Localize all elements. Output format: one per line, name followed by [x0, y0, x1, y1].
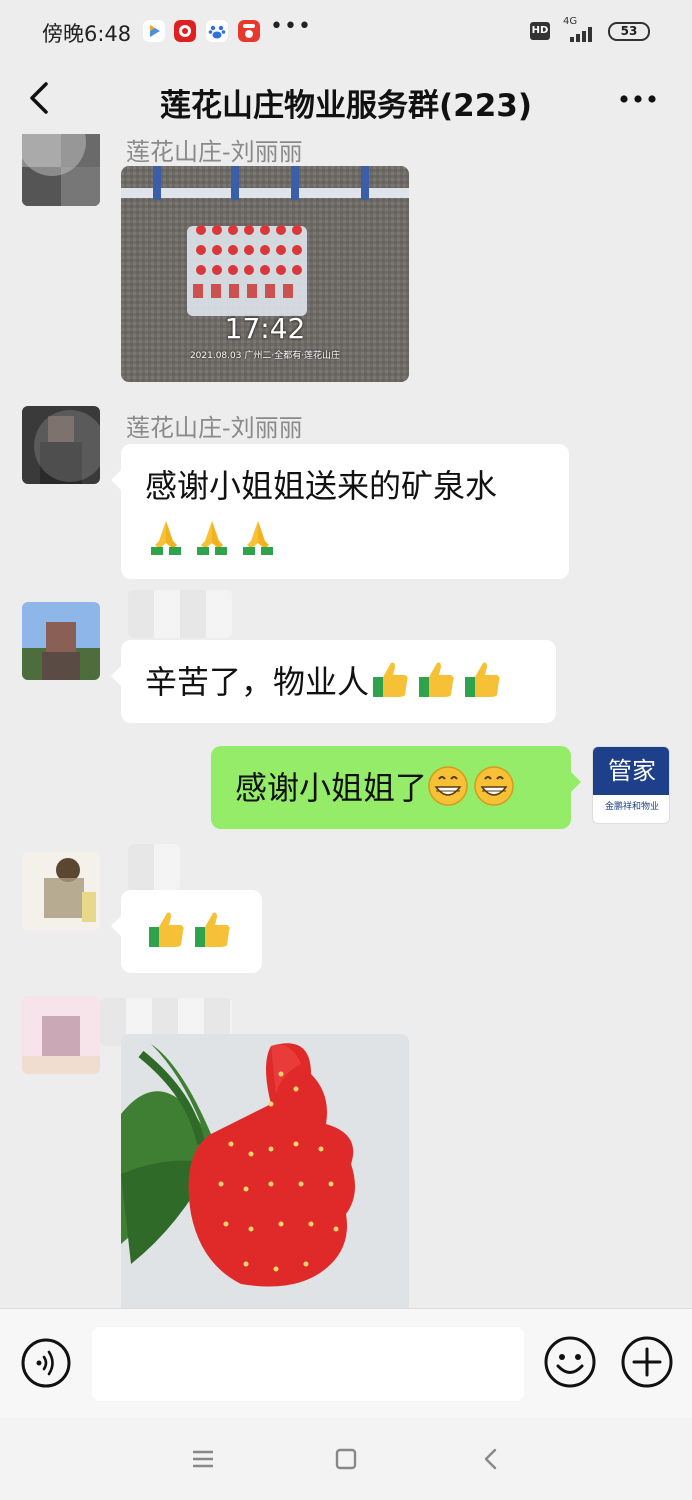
- baidu-app-icon: [206, 20, 228, 42]
- folded-hands-icon: [151, 521, 181, 555]
- signal-icon: [570, 27, 592, 42]
- folded-hands-icon: [243, 521, 273, 555]
- chat-message: 莲花山庄-刘丽丽 感谢小姐姐送来的矿泉水: [0, 400, 692, 590]
- folded-hands-icon: [197, 521, 227, 555]
- sender-name: 莲花山庄-刘丽丽: [126, 138, 303, 166]
- avatar[interactable]: [22, 406, 100, 484]
- avatar-company: 金鹏祥和物业: [604, 802, 659, 812]
- news-app-icon: [174, 20, 196, 42]
- thumbs-up-icon: [465, 662, 500, 697]
- message-input[interactable]: [92, 1327, 524, 1401]
- system-navigation-bar: [0, 1418, 692, 1500]
- voice-icon[interactable]: [20, 1337, 72, 1389]
- chat-message: [0, 990, 692, 1308]
- video-app-icon: [143, 20, 165, 42]
- photo-timestamp: 17:42: [224, 312, 306, 345]
- menu-icon[interactable]: [188, 1444, 218, 1474]
- message-bubble[interactable]: 辛苦了，物业人: [111, 640, 556, 723]
- status-bar: 傍晚6:48 ••• HD 4G 53: [0, 0, 692, 62]
- chat-message-self: 感谢小姐姐了 管家 金鹏祥和物业: [0, 740, 692, 840]
- message-bubble[interactable]: 感谢小姐姐了: [211, 746, 581, 829]
- chat-title: 莲花山庄物业服务群(223): [159, 88, 533, 124]
- thumbs-up-icon: [419, 662, 454, 697]
- message-text: 感谢小姐姐送来的矿泉水: [145, 467, 498, 505]
- sender-name-blurred: [128, 590, 232, 638]
- message-bubble[interactable]: [111, 890, 262, 973]
- input-bar: [0, 1308, 692, 1418]
- more-options-icon[interactable]: [614, 84, 662, 114]
- back-arrow-icon[interactable]: [476, 1444, 506, 1474]
- home-square-icon[interactable]: [331, 1444, 361, 1474]
- chat-message: [0, 844, 692, 984]
- photo-watermark: 2021.08.03 广州二·全都有·莲花山庄: [189, 351, 341, 361]
- water-bottles-photo[interactable]: 17:42 2021.08.03 广州二·全都有·莲花山庄: [121, 166, 409, 382]
- avatar[interactable]: [22, 134, 100, 206]
- grinning-face-icon: [474, 766, 514, 806]
- battery-indicator: 53: [608, 22, 650, 41]
- avatar[interactable]: [22, 602, 100, 680]
- hd-badge: HD: [530, 22, 550, 40]
- chat-message: 莲花山庄-刘丽丽 17:42 2021.08.03 广州二·全都有·莲花山庄: [0, 134, 692, 384]
- grinning-face-icon: [428, 766, 468, 806]
- avatar[interactable]: [22, 852, 100, 930]
- status-time: 傍晚6:48: [42, 22, 132, 46]
- self-avatar[interactable]: 管家 金鹏祥和物业: [592, 746, 670, 824]
- shopping-app-icon: [238, 20, 260, 42]
- chat-message-list[interactable]: 莲花山庄-刘丽丽 17:42 2021.08.03 广州二·全都有·莲花山庄 莲…: [0, 134, 692, 1308]
- message-text: 感谢小姐姐了: [235, 769, 428, 807]
- thumbs-up-icon: [149, 912, 184, 947]
- message-text: 辛苦了，物业人: [145, 663, 370, 701]
- message-bubble[interactable]: 感谢小姐姐送来的矿泉水: [111, 444, 569, 579]
- sender-name-blurred: [128, 844, 180, 892]
- more-notifications-icon: •••: [270, 14, 312, 39]
- thumbs-up-icon: [195, 912, 230, 947]
- smiley-icon[interactable]: [543, 1335, 597, 1389]
- plus-icon[interactable]: [620, 1335, 674, 1389]
- chat-header: 莲花山庄物业服务群(223): [0, 62, 692, 134]
- thumbs-up-icon: [373, 662, 408, 697]
- avatar[interactable]: [22, 996, 100, 1074]
- avatar-label: 管家: [593, 747, 669, 795]
- sender-name: 莲花山庄-刘丽丽: [126, 414, 303, 442]
- chat-message: 辛苦了，物业人: [0, 590, 692, 730]
- strawberry-thumbs-up-photo[interactable]: [121, 1034, 409, 1308]
